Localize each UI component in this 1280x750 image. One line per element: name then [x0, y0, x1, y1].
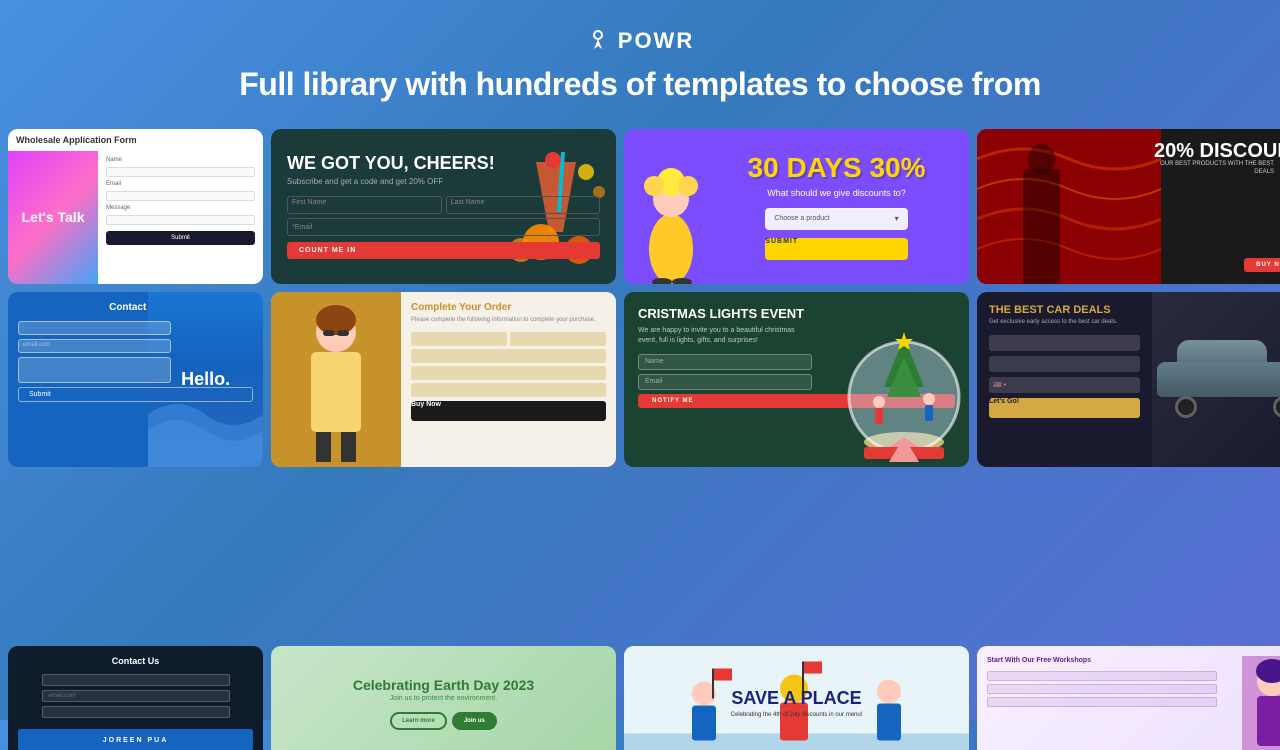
- footer-text: JOREEN PUA: [103, 737, 169, 744]
- card-body: Let's Talk Name Email Message Submit: [8, 151, 263, 284]
- card-title: Wholesale Application Form: [8, 129, 263, 151]
- discount-submit: SUBMIT: [765, 238, 907, 260]
- message-field: [18, 357, 171, 383]
- art-background: [977, 129, 1161, 284]
- order-title: Complete Your Order: [411, 302, 606, 313]
- template-earth-day[interactable]: Celebrating Earth Day 2023 Join us to pr…: [271, 646, 616, 750]
- first-name: [411, 332, 507, 346]
- go-btn: Let's Go!: [989, 398, 1140, 418]
- dark-input-1: [42, 674, 230, 686]
- buy-now-btn: BUY NOW: [1244, 258, 1280, 272]
- xmas-name-input: Name: [638, 354, 812, 370]
- bottom-row: Contact Us email.com JOREEN PUA Celebrat…: [0, 630, 1280, 750]
- contact-dark-title: Contact Us: [112, 656, 160, 666]
- last-name-input: Last Name: [446, 196, 601, 214]
- order-subtitle: Please complete the following informatio…: [411, 316, 606, 324]
- name-row: First Name Last Name: [287, 196, 600, 214]
- email-input-preview: [106, 191, 255, 201]
- car-image: [1152, 292, 1280, 467]
- order-form: Complete Your Order Please complete the …: [401, 292, 616, 467]
- email-label: Email: [106, 181, 255, 187]
- car-illustration: [1157, 340, 1280, 420]
- workshop-form: Start With Our Free Workshops: [987, 656, 1242, 750]
- earth-title: Celebrating Earth Day 2023: [353, 677, 534, 693]
- contact-field: [411, 383, 606, 397]
- powr-icon: [586, 29, 610, 53]
- discount-sub: What should we give discounts to?: [767, 188, 906, 198]
- car-input-1: [989, 335, 1140, 351]
- twenty-off-subtitle: OUR BEST PRODUCTS WITH THE BEST DEALS: [1154, 161, 1274, 177]
- logo-text: POWR: [618, 28, 694, 54]
- page-title: Full library with hundreds of templates …: [0, 66, 1280, 103]
- template-grid: Wholesale Application Form Let's Talk Na…: [0, 129, 1280, 630]
- dark-input-3: [42, 706, 230, 718]
- christmas-illustration: [839, 307, 969, 467]
- model-image: [271, 292, 401, 467]
- name-label: Name: [106, 157, 255, 163]
- july-title: SAVE A PLACE: [731, 689, 861, 709]
- template-july[interactable]: SAVE A PLACE Celebrating the 4th of July…: [624, 646, 969, 750]
- message-label: Message: [106, 205, 255, 211]
- discount-overlay: 20% DISCOUNT OUR BEST PRODUCTS WITH THE …: [1154, 141, 1280, 177]
- template-workshop[interactable]: Start With Our Free Workshops: [977, 646, 1280, 750]
- car-subtitle: Get exclusive early access to the best c…: [989, 319, 1140, 325]
- cheers-text: WE GOT YOU, CHEERS! Subscribe and get a …: [287, 154, 600, 260]
- template-wholesale[interactable]: Wholesale Application Form Let's Talk Na…: [8, 129, 263, 284]
- cheers-subtitle: Subscribe and get a code and get 20% OFF: [287, 177, 600, 186]
- template-20off[interactable]: 20% DISCOUNT OUR BEST PRODUCTS WITH THE …: [977, 129, 1280, 284]
- select-placeholder: Choose a product: [774, 215, 894, 222]
- w-input-2: [987, 684, 1217, 694]
- join-us-btn[interactable]: Join us: [452, 712, 497, 730]
- car-input-2: [989, 356, 1140, 372]
- name-input-preview: [106, 167, 255, 177]
- template-contact-blue[interactable]: Contact Us email.com Submit Hello.: [8, 292, 263, 467]
- discount-big-text: 30 DAYS 30%: [748, 154, 926, 182]
- cheers-title: WE GOT YOU, CHEERS!: [287, 154, 600, 174]
- discount-content: 30 DAYS 30% What should we give discount…: [748, 141, 926, 272]
- address-field: [411, 349, 606, 363]
- left-panel: Let's Talk: [8, 151, 98, 284]
- logo-container: POWR: [0, 28, 1280, 54]
- message-input-preview: [106, 215, 255, 225]
- first-name-input: First Name: [287, 196, 442, 214]
- chevron-down-icon: ▾: [895, 214, 899, 223]
- workshop-title: Start With Our Free Workshops: [987, 656, 1242, 666]
- july-subtitle: Celebrating the 4th of July discounts in…: [731, 712, 863, 718]
- name-row: [411, 332, 606, 346]
- xmas-subtitle: We are happy to invite you to a beautifu…: [638, 326, 812, 346]
- product-select[interactable]: Choose a product ▾: [765, 208, 907, 230]
- template-order[interactable]: Complete Your Order Please complete the …: [271, 292, 616, 467]
- city-field: [411, 366, 606, 380]
- w-input-1: [987, 671, 1217, 681]
- person-image: [1242, 656, 1280, 750]
- buy-now-btn: Buy Now: [411, 401, 606, 421]
- right-panel: Name Email Message Submit: [98, 151, 263, 284]
- header: POWR Full library with hundreds of templ…: [0, 0, 1280, 121]
- learn-more-btn[interactable]: Learn more: [390, 712, 447, 730]
- email-field: email.com: [18, 339, 171, 353]
- template-discount[interactable]: 30 DAYS 30% What should we give discount…: [624, 129, 969, 284]
- name-field: [18, 321, 171, 335]
- template-christmas[interactable]: CRISTMAS LIGHTS EVENT We are happy to in…: [624, 292, 969, 467]
- template-contact-dark[interactable]: Contact Us email.com JOREEN PUA: [8, 646, 263, 750]
- earth-btn-row: Learn more Join us: [390, 712, 497, 730]
- twenty-off-title: 20% DISCOUNT: [1154, 141, 1280, 161]
- car-phone-input: 🇺🇸 •: [989, 377, 1140, 393]
- xmas-email-input: Email: [638, 374, 812, 390]
- email-input: *Email: [287, 218, 600, 236]
- earth-subtitle: Join us to protect the environment.: [390, 695, 497, 702]
- w-input-3: [987, 697, 1217, 707]
- lets-talk-text: Let's Talk: [22, 209, 85, 226]
- template-car[interactable]: THE BEST CAR DEALS Get exclusive early a…: [977, 292, 1280, 467]
- footer-strip: JOREEN PUA: [18, 729, 253, 750]
- car-form: THE BEST CAR DEALS Get exclusive early a…: [977, 292, 1152, 467]
- hello-text: Hello.: [181, 369, 230, 390]
- template-cheers[interactable]: WE GOT YOU, CHEERS! Subscribe and get a …: [271, 129, 616, 284]
- count-me-in-btn: COUNT ME IN: [287, 242, 600, 259]
- last-name: [510, 332, 606, 346]
- dark-input-2: email.com: [42, 690, 230, 702]
- submit-preview: Submit: [106, 231, 255, 245]
- car-title: THE BEST CAR DEALS: [989, 304, 1140, 316]
- girl-illustration: [634, 144, 709, 284]
